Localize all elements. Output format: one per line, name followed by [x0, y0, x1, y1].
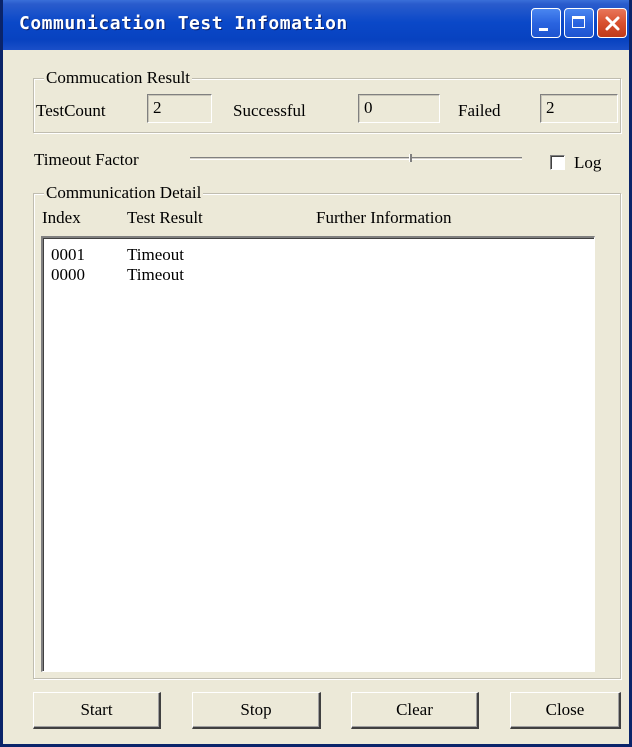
row-index: 0001: [51, 245, 85, 264]
detail-group-title: Communication Detail: [44, 183, 204, 203]
maximize-button[interactable]: [564, 8, 594, 38]
timeout-factor-slider[interactable]: [190, 157, 522, 160]
test-count-field: 2: [147, 94, 212, 123]
row-test-result: Timeout: [127, 245, 185, 264]
timeout-factor-label: Timeout Factor: [34, 150, 139, 169]
log-checkbox[interactable]: [550, 155, 565, 170]
failed-label: Failed: [458, 101, 501, 120]
communication-detail-list[interactable]: 0001 Timeout 0000 Timeout: [41, 236, 595, 672]
close-window-button[interactable]: [597, 8, 627, 38]
window-title: Communication Test Infomation: [19, 13, 348, 34]
close-icon: [605, 16, 620, 31]
column-header-further-information[interactable]: Further Information: [316, 208, 452, 228]
communication-test-window: Communication Test Infomation Commucatio…: [0, 0, 632, 747]
successful-field: 0: [358, 94, 440, 123]
close-button[interactable]: Close: [510, 692, 621, 729]
failed-field: 2: [540, 94, 618, 123]
timeout-factor-slider-thumb[interactable]: [409, 154, 412, 162]
row-test-result: Timeout: [127, 265, 185, 284]
successful-label: Successful: [233, 101, 306, 120]
start-button[interactable]: Start: [33, 692, 161, 729]
row-index: 0000: [51, 265, 85, 284]
result-group: Commucation Result: [33, 68, 621, 133]
log-label[interactable]: Log: [574, 153, 601, 173]
clear-button[interactable]: Clear: [351, 692, 479, 729]
column-header-test-result[interactable]: Test Result: [127, 208, 203, 228]
column-header-index[interactable]: Index: [42, 208, 81, 228]
result-group-title: Commucation Result: [44, 68, 193, 88]
minimize-button[interactable]: [531, 8, 561, 38]
stop-button[interactable]: Stop: [192, 692, 321, 729]
test-count-label: TestCount: [36, 101, 106, 120]
title-bar[interactable]: Communication Test Infomation: [3, 0, 629, 50]
